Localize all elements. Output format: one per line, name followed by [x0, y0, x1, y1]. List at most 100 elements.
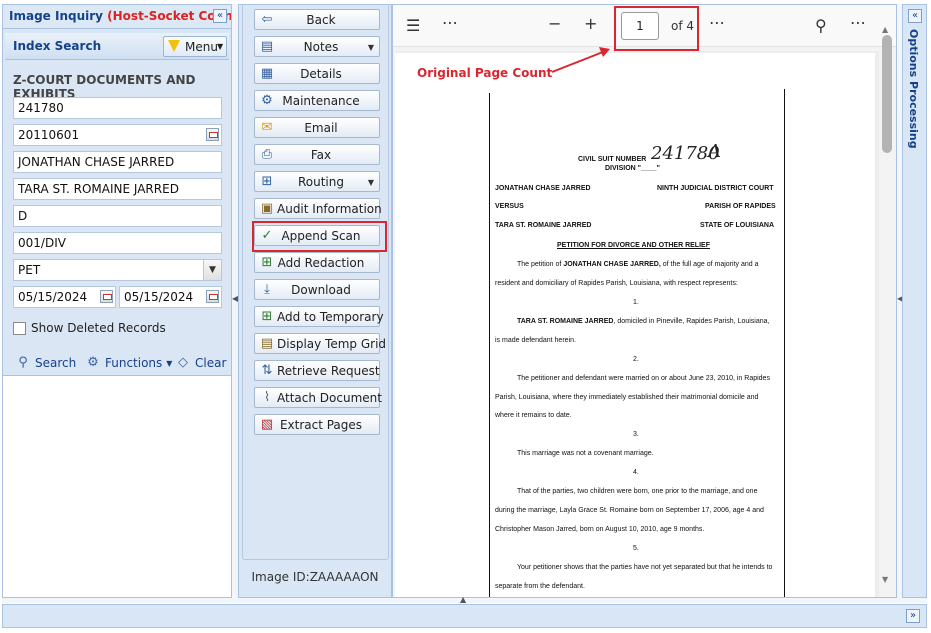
eraser-icon: ◇	[178, 355, 188, 370]
fax-icon: ⎙	[261, 147, 273, 162]
fax-button[interactable]: ⎙ Fax	[254, 144, 380, 165]
calendar-icon[interactable]	[100, 290, 113, 303]
clear-label: Clear	[195, 356, 227, 370]
suit-number-value: 241780	[18, 101, 64, 115]
date-value: 20110601	[18, 128, 80, 142]
download-button[interactable]: ⤓ Download	[254, 279, 380, 300]
collapse-up-icon[interactable]: ▲	[460, 595, 466, 604]
p2-post: , domiciled in Pineville, Rapides Parish…	[613, 318, 770, 325]
chevron-down-icon[interactable]: ▼	[203, 260, 221, 280]
email-button[interactable]: ✉ Email	[254, 117, 380, 138]
maintenance-label: Maintenance	[282, 94, 360, 108]
paragraph-line: This marriage was not a covenant marriag…	[517, 450, 654, 457]
image-inquiry-panel: Image Inquiry (Host-Socket Conn... « Ind…	[2, 4, 232, 376]
add-redaction-button[interactable]: ⊞ Add Redaction	[254, 252, 380, 273]
paragraph-line: TARA ST. ROMAINE JARRED, domiciled in Pi…	[517, 318, 769, 325]
calendar-icon[interactable]	[206, 128, 219, 141]
division-field[interactable]: 001/DIV	[13, 232, 222, 254]
chevron-down-icon: ▼	[166, 358, 173, 368]
add-to-temporary-button[interactable]: ⊞ Add to Temporary	[254, 306, 384, 327]
search-icon: ⚲	[18, 355, 28, 370]
paragraph-number: 2.	[633, 356, 639, 363]
paragraph-line: Parish, Louisiana, where they immediatel…	[495, 394, 759, 401]
show-deleted-checkbox[interactable]	[13, 322, 26, 335]
search-button[interactable]: ⚲ Search	[15, 355, 76, 371]
bottom-panel: »	[2, 604, 927, 628]
back-label: Back	[306, 13, 336, 27]
paragraph-number: 1.	[633, 299, 639, 306]
functions-button[interactable]: ⚙ Functions ▼	[85, 355, 172, 371]
search-icon[interactable]: ⚲	[815, 16, 827, 35]
court-name: NINTH JUDICIAL DISTRICT COURT	[657, 185, 774, 192]
plaintiff-name: JONATHAN CHASE JARRED	[495, 185, 591, 192]
show-deleted-label: Show Deleted Records	[31, 321, 166, 335]
index-search-label: Index Search	[13, 39, 102, 53]
retrieve-request-label: Retrieve Request	[277, 364, 380, 378]
outline-list-icon[interactable]: ☰	[406, 16, 420, 35]
add-icon: ⊞	[261, 255, 273, 270]
scroll-up-icon[interactable]: ▲	[882, 25, 888, 34]
attach-document-button[interactable]: ⌇ Attach Document	[254, 387, 382, 408]
party1-field[interactable]: JONATHAN CHASE JARRED	[13, 151, 222, 173]
paragraph-line: Your petitioner shows that the parties h…	[517, 564, 773, 571]
scroll-down-icon[interactable]: ▼	[882, 575, 888, 584]
panel-title-bar: Image Inquiry (Host-Socket Conn...	[3, 5, 231, 29]
options-processing-panel[interactable]: « Options Processing	[902, 4, 927, 598]
viewer-scrollbar[interactable]: ▲ ▼	[880, 25, 894, 590]
paragraph-line: separate from the defendant.	[495, 583, 585, 590]
doc-type-value: PET	[18, 263, 41, 277]
expand-right-icon[interactable]: «	[908, 9, 922, 23]
page-count-highlight	[614, 6, 699, 51]
download-icon: ⤓	[264, 282, 270, 297]
scrollbar-thumb[interactable]	[882, 35, 892, 153]
more-options-icon[interactable]: ⋯	[850, 13, 866, 32]
doc-type-select[interactable]: PET ▼	[13, 259, 222, 281]
display-temp-grid-button[interactable]: ▤ Display Temp Grid	[254, 333, 386, 354]
paragraph-number: 4.	[633, 469, 639, 476]
functions-label: Functions	[105, 356, 163, 370]
maintenance-button[interactable]: ⚙ Maintenance	[254, 90, 380, 111]
audit-information-button[interactable]: ▣ Audit Information	[254, 198, 382, 219]
actions-panel: ⇦ Back ▤ Notes ▼ ▦ Details ⚙ Maintenance…	[238, 4, 392, 598]
more-options-icon[interactable]: ⋯	[709, 13, 725, 32]
clear-button[interactable]: ◇ Clear	[175, 355, 226, 371]
details-button[interactable]: ▦ Details	[254, 63, 380, 84]
notes-icon: ▤	[260, 39, 274, 54]
page-area[interactable]: CIVIL SUIT NUMBER 241780 A DIVISION "___…	[395, 51, 879, 597]
p1-post: of the full age of majority and a	[660, 261, 759, 268]
code-field[interactable]: D	[13, 205, 222, 227]
bottom-splitter[interactable]: ▲	[2, 595, 927, 604]
extract-pages-button[interactable]: ▧ Extract Pages	[254, 414, 380, 435]
audit-information-label: Audit Information	[277, 202, 382, 216]
collapse-left-icon[interactable]: «	[213, 9, 227, 23]
details-label: Details	[300, 67, 342, 81]
index-search-bar: Index Search Menu ▼	[5, 33, 229, 60]
menu-button[interactable]: Menu ▼	[163, 36, 227, 57]
p1-pre: The petition of	[517, 261, 564, 268]
more-options-icon[interactable]: ⋯	[442, 13, 458, 32]
expand-bottom-icon[interactable]: »	[906, 609, 920, 623]
notes-label: Notes	[303, 40, 339, 54]
date-to-field[interactable]: 05/15/2024	[119, 286, 222, 308]
viewer-toolbar: ☰ ⋯ − + 1 of 4 ⋯ ⚲ ⋯	[393, 5, 896, 51]
party1-value: JONATHAN CHASE JARRED	[18, 155, 175, 169]
party2-field[interactable]: TARA ST. ROMAINE JARRED	[13, 178, 222, 200]
paragraph-line: The petitioner and defendant were marrie…	[517, 375, 770, 382]
date-field[interactable]: 20110601	[13, 124, 222, 146]
parish-name: PARISH OF RAPIDES	[705, 203, 776, 210]
paragraph-line: during the marriage, Layla Grace St. Rom…	[495, 507, 764, 514]
date-from-field[interactable]: 05/15/2024	[13, 286, 116, 308]
add-to-temporary-label: Add to Temporary	[277, 310, 384, 324]
original-page-count-annotation: Original Page Count	[417, 66, 553, 80]
notes-button[interactable]: ▤ Notes ▼	[254, 36, 380, 57]
funnel-icon	[168, 40, 180, 52]
retrieve-request-button[interactable]: ⇅ Retrieve Request	[254, 360, 380, 381]
actions-list: ⇦ Back ▤ Notes ▼ ▦ Details ⚙ Maintenance…	[242, 5, 389, 560]
calendar-icon[interactable]	[206, 290, 219, 303]
routing-button[interactable]: ⊞ Routing ▼	[254, 171, 380, 192]
zoom-in-icon[interactable]: +	[584, 14, 597, 33]
gear-icon: ⚙	[87, 355, 99, 370]
zoom-out-icon[interactable]: −	[548, 14, 561, 33]
back-button[interactable]: ⇦ Back	[254, 9, 380, 30]
suit-number-field[interactable]: 241780	[13, 97, 222, 119]
